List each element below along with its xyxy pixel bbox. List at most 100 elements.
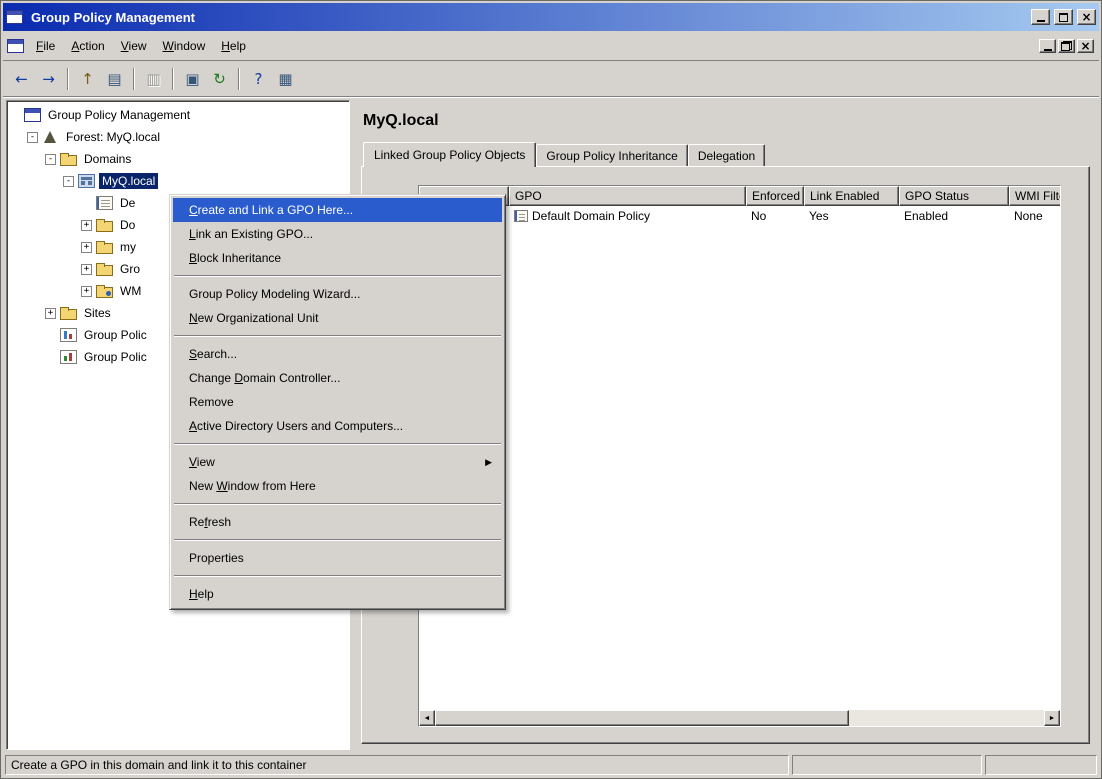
console-icon [24, 108, 41, 122]
column-header-gpo[interactable]: GPO [509, 186, 746, 206]
hscroll-left-button[interactable]: ◄ [419, 710, 435, 726]
context-menu-item-help[interactable]: Help [173, 582, 502, 606]
menu-separator [174, 575, 501, 577]
context-menu-item-view[interactable]: View▶ [173, 450, 502, 474]
collapse-icon[interactable]: - [45, 154, 56, 165]
expand-icon[interactable]: + [81, 242, 92, 253]
hscroll-track[interactable] [435, 710, 1044, 726]
expand-icon[interactable]: + [81, 264, 92, 275]
tree-node-label: MyQ.local [99, 173, 158, 189]
column-label: GPO Status [905, 189, 969, 203]
back-icon[interactable]: ← [9, 66, 34, 91]
collapse-icon[interactable]: - [63, 176, 74, 187]
modeling-icon [60, 328, 77, 342]
context-menu-item-change-domain-controller[interactable]: Change Domain Controller... [173, 366, 502, 390]
hscroll-right-button[interactable]: ► [1044, 710, 1060, 726]
gpo-icon [96, 196, 113, 210]
expand-icon[interactable]: + [81, 286, 92, 297]
tab-strip: Linked Group Policy ObjectsGroup Policy … [361, 142, 1090, 166]
forest-icon [42, 130, 59, 144]
menu-file[interactable]: File [28, 34, 63, 58]
forward-icon[interactable]: → [36, 66, 61, 91]
column-header-link-enabled[interactable]: Link Enabled [804, 186, 899, 206]
export-list-icon[interactable]: ▥ [141, 66, 166, 91]
tree-node-label: Forest: MyQ.local [63, 129, 163, 145]
tree-node-label: De [117, 195, 138, 211]
child-close-button[interactable]: × [1077, 39, 1094, 53]
tree-node-label: Domains [81, 151, 134, 167]
maximize-icon [1059, 13, 1068, 22]
horizontal-scrollbar[interactable]: ◄ ► [419, 710, 1060, 726]
show-console-tree-icon[interactable]: ▤ [102, 66, 127, 91]
context-menu-item-create-and-link-a-gpo-here[interactable]: Create and Link a GPO Here... [173, 198, 502, 222]
folder-icon [96, 265, 113, 276]
table-body: Default Domain PolicyNoYesEnabledNone [419, 206, 1060, 710]
context-menu-item-block-inheritance[interactable]: Block Inheritance [173, 246, 502, 270]
menu-help[interactable]: Help [213, 34, 254, 58]
toolbar-separator [133, 68, 135, 90]
context-menu-item-search[interactable]: Search... [173, 342, 502, 366]
up-one-level-icon[interactable]: ↑ [75, 66, 100, 91]
context-menu-item-new-organizational-unit[interactable]: New Organizational Unit [173, 306, 502, 330]
tree-node-domains[interactable]: - Domains [7, 148, 349, 170]
toolbar: ←→ ↑▤ ▥ ▣↻?▦ [3, 61, 1099, 97]
table-row[interactable]: Default Domain PolicyNoYesEnabledNone [419, 206, 1060, 225]
context-menu-item-active-directory-users-and-computers[interactable]: Active Directory Users and Computers... [173, 414, 502, 438]
tree-node-label: Do [117, 217, 138, 233]
minimize-button[interactable] [1031, 9, 1050, 25]
properties-icon[interactable]: ▣ [180, 66, 205, 91]
column-header-enforced[interactable]: Enforced [746, 186, 804, 206]
cell-link-enabled: Yes [804, 209, 899, 223]
pane-title: MyQ.local [363, 112, 1090, 130]
menu-separator [174, 335, 501, 337]
gpo-list: ▲GPOEnforcedLink EnabledGPO StatusWMI Fi… [418, 185, 1061, 727]
help-icon[interactable]: ? [246, 66, 271, 91]
tree-node-group-policy-management[interactable]: Group Policy Management [7, 104, 349, 126]
child-restore-button[interactable] [1058, 39, 1075, 53]
context-menu-item-properties[interactable]: Properties [173, 546, 502, 570]
cell-gpo-status: Enabled [899, 209, 1009, 223]
child-window-buttons: × [1038, 38, 1095, 54]
expand-icon[interactable]: + [81, 220, 92, 231]
cell-wmi-filter: None [1009, 209, 1060, 223]
tab-group-policy-inheritance[interactable]: Group Policy Inheritance [536, 144, 687, 166]
close-button[interactable]: × [1077, 9, 1096, 25]
column-header-gpo-status[interactable]: GPO Status [899, 186, 1009, 206]
toolbar-separator [238, 68, 240, 90]
collapse-icon[interactable]: - [27, 132, 38, 143]
maximize-button[interactable] [1054, 9, 1073, 25]
folder-icon [60, 155, 77, 166]
app-icon [6, 10, 23, 24]
menu-action[interactable]: Action [63, 34, 112, 58]
menu-window[interactable]: Window [155, 34, 214, 58]
status-bar: Create a GPO in this domain and link it … [3, 753, 1099, 776]
child-minimize-button[interactable] [1039, 39, 1056, 53]
context-menu-item-link-an-existing-gpo[interactable]: Link an Existing GPO... [173, 222, 502, 246]
cell-enforced: No [746, 209, 804, 223]
console-window-icon [7, 39, 24, 53]
tab-delegation[interactable]: Delegation [688, 144, 765, 166]
context-menu-item-new-window-from-here[interactable]: New Window from Here [173, 474, 502, 498]
tree-node-label: Group Polic [81, 349, 150, 365]
context-menu-item-group-policy-modeling-wizard[interactable]: Group Policy Modeling Wizard... [173, 282, 502, 306]
tree-node-label: Group Policy Management [45, 107, 193, 123]
main-area: Group Policy Management-Forest: MyQ.loca… [3, 97, 1099, 753]
context-menu-item-remove[interactable]: Remove [173, 390, 502, 414]
menu-separator [174, 503, 501, 505]
submenu-arrow-icon: ▶ [485, 450, 492, 474]
tree-node-forest-myq-local[interactable]: - Forest: MyQ.local [7, 126, 349, 148]
tree-node-label: Sites [81, 305, 114, 321]
refresh-icon[interactable]: ↻ [207, 66, 232, 91]
tree-node-label: WM [117, 283, 144, 299]
tree-node-myq-local[interactable]: - MyQ.local [7, 170, 349, 192]
close-icon: × [1081, 11, 1091, 23]
tree-node-label: Group Polic [81, 327, 150, 343]
context-menu-item-refresh[interactable]: Refresh [173, 510, 502, 534]
tree-node-label: my [117, 239, 139, 255]
menu-view[interactable]: View [113, 34, 155, 58]
hscroll-thumb[interactable] [435, 710, 849, 726]
tab-linked-group-policy-objects[interactable]: Linked Group Policy Objects [363, 142, 536, 167]
expand-icon[interactable]: + [45, 308, 56, 319]
details-pane-icon[interactable]: ▦ [273, 66, 298, 91]
column-header-wmi-filter[interactable]: WMI Filter [1009, 186, 1060, 206]
